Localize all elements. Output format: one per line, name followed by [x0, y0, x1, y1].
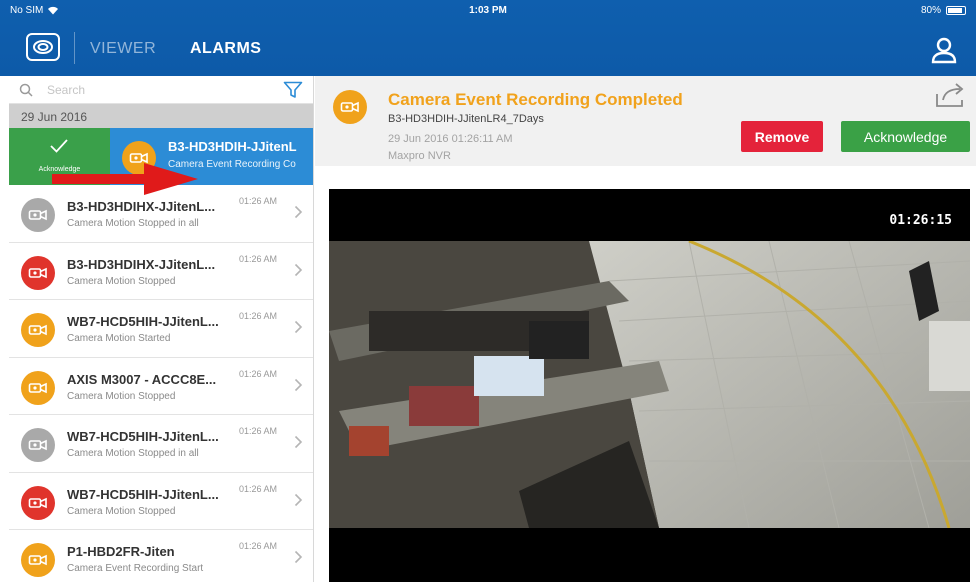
alarm-list-item[interactable]: AXIS M3007 - ACCC8E... Camera Motion Sto… — [9, 358, 313, 415]
alarm-detail-panel: Camera Event Recording Completed B3-HD3H… — [315, 76, 976, 582]
search-bar[interactable]: Search — [9, 76, 313, 104]
date-group-header: 29 Jun 2016 — [9, 104, 313, 128]
alarm-item-subtitle: Camera Motion Started — [67, 333, 171, 344]
alarm-item-title: B3-HD3HDIHX-JJitenL... — [67, 256, 216, 272]
alarm-nvr: Maxpro NVR — [388, 150, 451, 162]
alarm-list-item[interactable]: P1-HBD2FR-Jiten Camera Event Recording S… — [9, 530, 313, 582]
alarm-item-title: WB7-HCD5HIH-JJitenL... — [67, 314, 219, 329]
battery-percent: 80% — [920, 5, 941, 16]
search-input[interactable]: Search — [47, 83, 85, 97]
alarm-list-item[interactable]: WB7-HCD5HIH-JJitenL... Camera Motion Sto… — [9, 473, 313, 530]
alarm-item-time: 01:26 AM — [239, 196, 278, 206]
alarm-item-title: WB7-HCD5HIH-JJitenL... — [67, 486, 219, 502]
chevron-right-icon — [294, 205, 303, 219]
alarm-list-item[interactable]: WB7-HCD5HIH-JJitenL... Camera Motion Sto… — [9, 415, 313, 473]
swipe-arrow-annotation — [52, 163, 198, 195]
alarm-item-subtitle: Camera Motion Stopped — [67, 505, 176, 517]
camera-feed-image — [329, 241, 970, 528]
alarm-item-time: 01:26 AM — [239, 541, 278, 551]
search-icon — [19, 83, 33, 97]
video-timestamp: 01:26:15 — [889, 213, 952, 228]
camera-icon — [21, 428, 55, 462]
alarm-item-time: 01:26 AM — [239, 311, 278, 321]
alarm-title: Camera Event Recording Completed — [388, 90, 683, 109]
alarm-item-subtitle: Camera Motion Stopped — [67, 390, 176, 402]
alarm-list-panel: Search 29 Jun 2016 Acknowledge B3-HD3HDI… — [9, 76, 314, 582]
alarm-item-time: 01:26 AM — [239, 483, 278, 494]
alarm-item-subtitle: Camera Motion Stopped — [67, 275, 176, 287]
acknowledge-button[interactable]: Acknowledge — [841, 121, 970, 152]
alarm-source: B3-HD3HDIH-JJitenLR4_7Days — [388, 113, 544, 125]
camera-icon — [21, 313, 55, 347]
share-icon[interactable] — [934, 81, 970, 109]
header-divider — [74, 32, 75, 64]
profile-icon[interactable] — [930, 36, 958, 64]
chevron-right-icon — [294, 378, 303, 391]
app-header: No SIM 1:03 PM 80% VIEWER ALARMS — [0, 0, 976, 76]
alarm-datetime: 29 Jun 2016 01:26:11 AM — [388, 133, 513, 145]
video-player[interactable]: 01:26:15 — [329, 189, 970, 582]
alarm-item-title: AXIS M3007 - ACCC8E... — [67, 371, 217, 387]
app-logo-icon — [26, 33, 60, 61]
camera-icon — [21, 485, 55, 520]
alarm-item-subtitle: Camera Motion Stopped in all — [67, 218, 199, 229]
alarm-list: B3-HD3HDIHX-JJitenL... Camera Motion Sto… — [9, 185, 313, 582]
filter-icon[interactable] — [283, 81, 303, 99]
alarm-item-time: 01:26 AM — [239, 253, 278, 264]
alarm-list-item[interactable]: WB7-HCD5HIH-JJitenL... Camera Motion Sta… — [9, 300, 313, 358]
chevron-right-icon — [294, 550, 303, 564]
alarm-item-subtitle: Camera Motion Stopped in all — [67, 448, 199, 459]
chevron-right-icon — [294, 263, 303, 276]
check-icon — [50, 139, 68, 153]
remove-button[interactable]: Remove — [741, 121, 823, 152]
alarm-list-item[interactable]: B3-HD3HDIHX-JJitenL... Camera Motion Sto… — [9, 243, 313, 300]
battery-icon — [946, 6, 966, 15]
alarm-item-time: 01:26 AM — [239, 426, 278, 436]
camera-icon — [21, 255, 55, 290]
tab-alarms[interactable]: ALARMS — [190, 40, 261, 58]
chevron-right-icon — [294, 435, 303, 449]
alarm-item-subtitle: Camera Event Recording Start — [67, 563, 204, 574]
chevron-right-icon — [294, 493, 303, 506]
alarm-item-title: P1-HBD2FR-Jiten — [67, 544, 175, 559]
alarm-detail-header: Camera Event Recording Completed B3-HD3H… — [315, 76, 976, 166]
camera-icon — [333, 90, 367, 124]
selected-alarm-title: B3-HD3HDIH-JJitenL — [168, 139, 297, 154]
status-time: 1:03 PM — [469, 5, 507, 16]
camera-icon — [21, 198, 55, 232]
status-bar: No SIM 1:03 PM 80% — [0, 0, 976, 22]
camera-icon — [21, 370, 55, 405]
alarm-item-title: WB7-HCD5HIH-JJitenL... — [67, 429, 219, 444]
chevron-right-icon — [294, 320, 303, 334]
alarm-item-time: 01:26 AM — [239, 368, 278, 379]
alarm-item-title: B3-HD3HDIHX-JJitenL... — [67, 199, 216, 214]
tab-viewer[interactable]: VIEWER — [90, 40, 156, 58]
camera-icon — [21, 543, 55, 577]
